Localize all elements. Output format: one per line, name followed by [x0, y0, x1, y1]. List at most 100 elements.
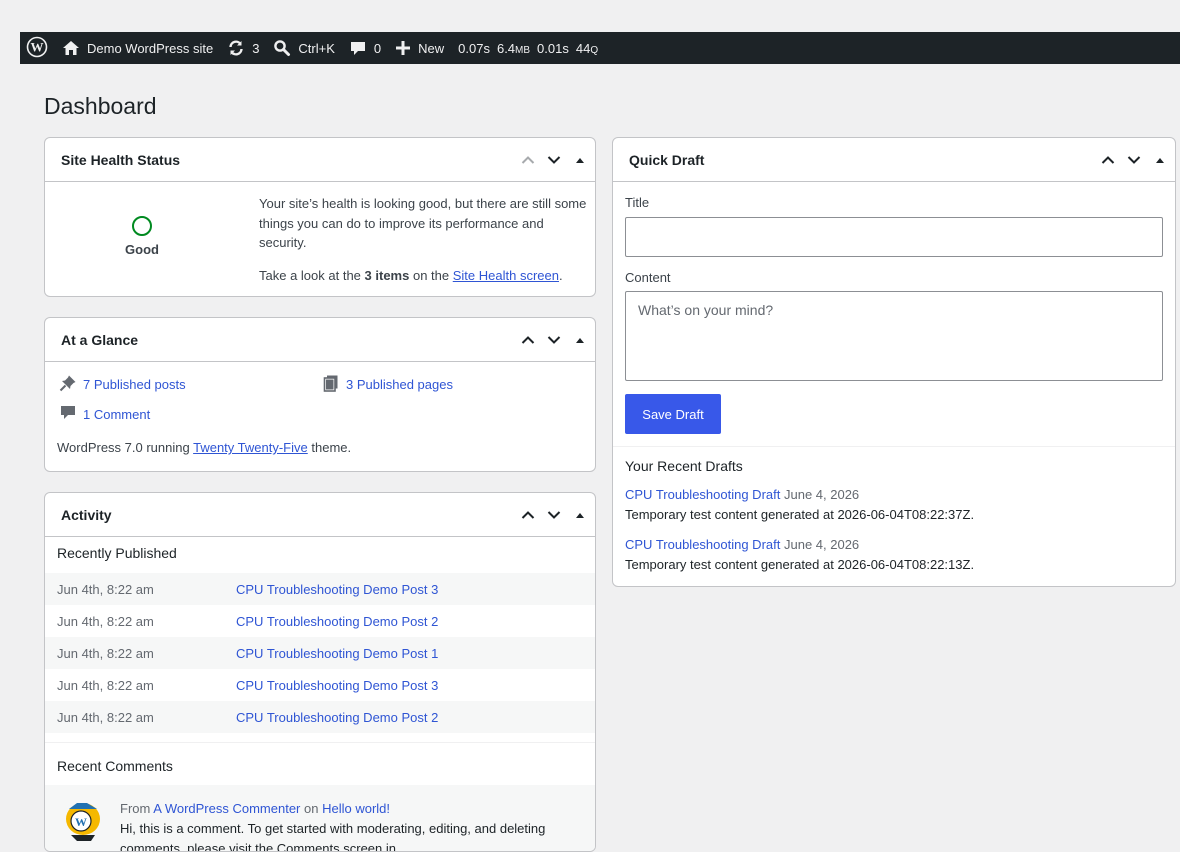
draft-title-input[interactable] [625, 217, 1163, 257]
health-status-icon [132, 216, 152, 236]
draft-excerpt: Temporary test content generated at 2026… [625, 557, 975, 572]
table-row: Jun 4th, 8:22 am CPU Troubleshooting Dem… [45, 637, 595, 669]
chevron-up-icon [1101, 155, 1115, 164]
site-health-widget: Site Health Status Good Your site’s heal… [44, 137, 596, 297]
widget-header: At a Glance [45, 318, 595, 362]
move-down-button[interactable] [545, 151, 563, 169]
comments-count: 0 [373, 40, 382, 56]
move-up-button[interactable] [519, 331, 537, 349]
quick-draft-widget: Quick Draft Title Content What’s on your… [612, 137, 1176, 587]
updates-count: 3 [252, 40, 260, 56]
home-icon [62, 39, 80, 57]
move-down-button[interactable] [545, 331, 563, 349]
wordpress-version-line: WordPress 7.0 running Twenty Twenty-Five… [57, 440, 352, 455]
save-draft-button[interactable]: Save Draft [625, 394, 721, 434]
admin-bar: W Demo WordPress site 3 Ctrl+K 0 New 0.0… [20, 32, 1180, 64]
recently-published-list: Jun 4th, 8:22 am CPU Troubleshooting Dem… [45, 573, 595, 733]
health-indicator: Good [105, 216, 179, 257]
published-posts-link[interactable]: 7 Published posts [83, 377, 186, 392]
post-link[interactable]: CPU Troubleshooting Demo Post 3 [236, 678, 438, 693]
comment-post-link[interactable]: Hello world! [322, 801, 390, 816]
comment-item: W From A WordPress Commenter on Hello wo… [45, 785, 595, 851]
search-menu[interactable]: Ctrl+K [273, 32, 335, 64]
widget-title: Quick Draft [629, 151, 705, 168]
widget-title: At a Glance [61, 331, 139, 348]
move-up-button[interactable] [519, 506, 537, 524]
glance-posts[interactable]: 7 Published posts [59, 374, 186, 395]
new-label: New [418, 40, 445, 56]
toggle-panel-button[interactable] [571, 151, 589, 169]
toggle-arrow-icon [1156, 157, 1164, 163]
health-items-count: 3 items [364, 267, 410, 283]
chevron-up-icon [521, 155, 535, 164]
chevron-up-icon [521, 510, 535, 519]
widget-title: Site Health Status [61, 151, 181, 168]
at-a-glance-widget: At a Glance 7 Published posts 3 Publishe… [44, 317, 596, 472]
svg-text:W: W [31, 39, 44, 54]
post-link[interactable]: CPU Troubleshooting Demo Post 2 [236, 710, 438, 725]
move-down-button[interactable] [1125, 151, 1143, 169]
updates-icon [227, 39, 245, 57]
comments-link[interactable]: 1 Comment [83, 407, 150, 422]
toggle-arrow-icon [576, 512, 584, 518]
comments-menu[interactable]: 0 [349, 32, 381, 64]
toggle-arrow-icon [576, 157, 584, 163]
site-name: Demo WordPress site [87, 40, 214, 56]
svg-text:W: W [75, 815, 87, 829]
table-row: Jun 4th, 8:22 am CPU Troubleshooting Dem… [45, 605, 595, 637]
published-pages-link[interactable]: 3 Published pages [346, 377, 453, 392]
post-link[interactable]: CPU Troubleshooting Demo Post 2 [236, 614, 438, 629]
perf-memory: 6.4MB [496, 40, 531, 56]
move-down-button[interactable] [545, 506, 563, 524]
activity-widget: Activity Recently Published Jun 4th, 8:2… [44, 492, 596, 852]
draft-link[interactable]: CPU Troubleshooting Draft [625, 487, 780, 502]
recently-published-heading: Recently Published [57, 545, 177, 561]
draft-link[interactable]: CPU Troubleshooting Draft [625, 537, 780, 552]
perf-time: 0.07s [458, 40, 490, 56]
wordpress-logo-menu[interactable]: W [26, 32, 48, 64]
glance-pages[interactable]: 3 Published pages [322, 374, 453, 395]
widget-header: Site Health Status [45, 138, 595, 182]
draft-content-textarea[interactable]: What’s on your mind? [625, 291, 1163, 381]
widget-header: Quick Draft [613, 138, 1175, 182]
move-up-button[interactable] [519, 151, 537, 169]
recent-comments-heading: Recent Comments [57, 758, 173, 774]
theme-link[interactable]: Twenty Twenty-Five [193, 440, 308, 455]
table-row: Jun 4th, 8:22 am CPU Troubleshooting Dem… [45, 573, 595, 605]
query-monitor-menu[interactable]: 0.07s 6.4MB 0.01s 44Q [458, 32, 598, 64]
perf-query-time: 0.01s [537, 40, 569, 56]
comment-icon [59, 404, 77, 425]
chevron-down-icon [547, 155, 561, 164]
updates-menu[interactable]: 3 [227, 32, 259, 64]
page-title: Dashboard [44, 93, 157, 119]
health-message: Your site’s health is looking good, but … [259, 196, 587, 250]
glance-comments[interactable]: 1 Comment [59, 404, 150, 425]
plus-icon [395, 40, 411, 56]
post-link[interactable]: CPU Troubleshooting Demo Post 1 [236, 646, 438, 661]
draft-excerpt: Temporary test content generated at 2026… [625, 507, 975, 522]
chevron-down-icon [547, 510, 561, 519]
title-label: Title [625, 195, 650, 210]
table-row: Jun 4th, 8:22 am CPU Troubleshooting Dem… [45, 701, 595, 733]
list-item: CPU Troubleshooting Draft June 4, 2026 T… [625, 485, 1163, 535]
site-health-link[interactable]: Site Health screen [453, 268, 559, 283]
toggle-panel-button[interactable] [1151, 151, 1169, 169]
toggle-panel-button[interactable] [571, 331, 589, 349]
new-content-menu[interactable]: New [395, 32, 444, 64]
search-icon [273, 39, 291, 57]
chevron-down-icon [547, 335, 561, 344]
chevron-down-icon [1127, 155, 1141, 164]
post-link[interactable]: CPU Troubleshooting Demo Post 3 [236, 582, 438, 597]
comment-author-link[interactable]: A WordPress Commenter [153, 801, 300, 816]
toggle-panel-button[interactable] [571, 506, 589, 524]
comment-meta: From A WordPress Commenter on Hello worl… [120, 801, 391, 816]
widget-header: Activity [45, 493, 595, 537]
site-name-menu[interactable]: Demo WordPress site [62, 32, 213, 64]
health-look-line: Take a look at the 3 items on the Site H… [259, 267, 563, 283]
post-date: Jun 4th, 8:22 am [57, 677, 154, 693]
move-up-button[interactable] [1099, 151, 1117, 169]
perf-queries: 44Q [575, 40, 599, 56]
widget-title: Activity [61, 506, 112, 523]
draft-date: June 4, 2026 [783, 487, 860, 502]
health-status-label: Good [125, 242, 159, 257]
